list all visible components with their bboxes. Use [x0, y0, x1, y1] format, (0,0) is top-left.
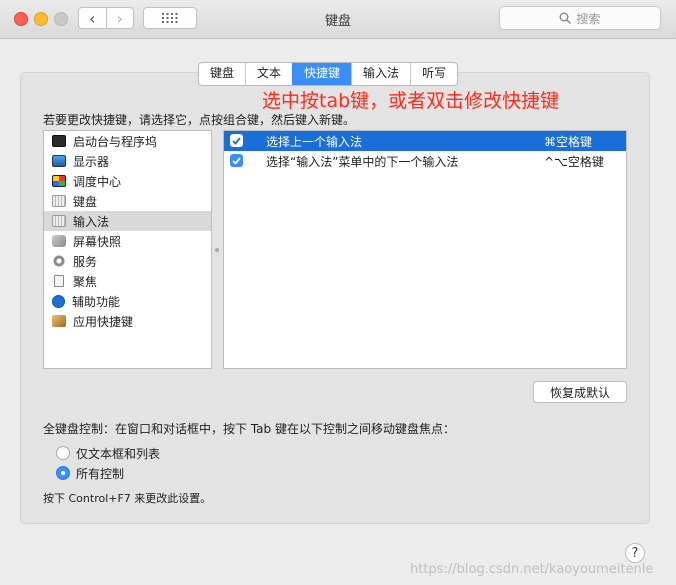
question-mark-icon: ? — [631, 545, 639, 561]
radio-label: 所有控制 — [76, 466, 125, 481]
shortcut-checkbox[interactable] — [230, 134, 243, 147]
radio-button[interactable] — [56, 446, 70, 460]
radio-button[interactable] — [56, 466, 70, 480]
tab-shortcuts[interactable]: 快捷键 — [292, 63, 352, 85]
category-label: 启动台与程序坞 — [73, 134, 158, 149]
shortcut-row-previous-input[interactable]: 选择上一个输入法 ⌘空格键 — [224, 131, 626, 151]
red-annotation-text: 选中按tab键，或者双击修改快捷键 — [262, 90, 560, 112]
category-label: 键盘 — [73, 194, 98, 209]
category-item-app-shortcuts[interactable]: 应用快捷键 — [44, 311, 211, 331]
tab-input-sources[interactable]: 输入法 — [351, 63, 410, 85]
shortcut-list[interactable]: 选择上一个输入法 ⌘空格键 选择“输入法”菜单中的下一个输入法 ^⌥空格键 — [223, 130, 627, 369]
services-gear-icon — [52, 255, 66, 267]
category-item-launchpad[interactable]: 启动台与程序坞 — [44, 131, 211, 151]
category-item-input-sources[interactable]: 输入法 — [44, 211, 211, 231]
display-icon — [52, 155, 66, 167]
restore-defaults-button[interactable]: 恢复成默认 — [533, 381, 627, 403]
category-label: 服务 — [73, 254, 98, 269]
tab-dictation[interactable]: 听写 — [410, 63, 457, 85]
search-field[interactable]: 搜索 — [499, 6, 661, 30]
category-label: 聚焦 — [73, 274, 98, 289]
launchpad-dock-icon — [52, 135, 66, 147]
shortcut-key[interactable]: ^⌥空格键 — [544, 153, 604, 170]
search-placeholder: 搜索 — [576, 11, 601, 26]
input-source-icon — [52, 215, 66, 227]
radio-all-controls[interactable]: 所有控制 — [56, 465, 256, 481]
category-item-screenshots[interactable]: 屏幕快照 — [44, 231, 211, 251]
instruction-text: 若要更改快捷键，请选择它，点按组合键，然后键入新键。 — [43, 113, 356, 127]
category-label: 辅助功能 — [72, 294, 121, 309]
keyboard-icon — [52, 195, 66, 207]
keyboard-control-hint: 按下 Control+F7 来更改此设置。 — [43, 492, 212, 505]
keyboard-preferences-window: ‹ › 键盘 搜索 键盘 文本 快捷键 输入法 听写 选中按tab键，或者双击修… — [0, 0, 676, 585]
screenshot-icon — [52, 235, 66, 247]
tab-text[interactable]: 文本 — [245, 63, 292, 85]
tab-keyboard[interactable]: 键盘 — [199, 63, 245, 85]
radio-text-boxes-lists[interactable]: 仅文本框和列表 — [56, 445, 256, 461]
shortcut-label: 选择上一个输入法 — [266, 134, 363, 149]
category-label: 显示器 — [73, 154, 110, 169]
title-bar: ‹ › 键盘 搜索 — [0, 0, 676, 39]
category-item-services[interactable]: 服务 — [44, 251, 211, 271]
checkmark-icon — [232, 156, 241, 165]
category-label: 调度中心 — [73, 174, 122, 189]
category-item-display[interactable]: 显示器 — [44, 151, 211, 171]
category-item-keyboard[interactable]: 键盘 — [44, 191, 211, 211]
app-shortcuts-icon — [52, 315, 66, 327]
category-label: 应用快捷键 — [73, 314, 134, 329]
category-item-mission-control[interactable]: 调度中心 — [44, 171, 211, 191]
keyboard-control-label: 全键盘控制：在窗口和对话框中，按下 Tab 键在以下控制之间移动键盘焦点： — [43, 422, 455, 436]
category-label: 屏幕快照 — [73, 234, 122, 249]
spotlight-icon — [54, 275, 64, 287]
shortcut-row-next-input[interactable]: 选择“输入法”菜单中的下一个输入法 ^⌥空格键 — [224, 151, 626, 171]
search-icon — [559, 12, 572, 24]
help-button[interactable]: ? — [625, 543, 645, 563]
shortcut-key[interactable]: ⌘空格键 — [544, 133, 592, 150]
radio-label: 仅文本框和列表 — [76, 446, 161, 461]
category-label: 输入法 — [73, 214, 110, 229]
shortcut-checkbox[interactable] — [230, 154, 243, 167]
category-item-accessibility[interactable]: 辅助功能 — [44, 291, 211, 311]
mission-control-icon — [52, 175, 66, 187]
shortcut-label: 选择“输入法”菜单中的下一个输入法 — [266, 154, 459, 169]
split-view-handle[interactable] — [215, 248, 219, 252]
watermark-text: https://blog.csdn.net/kaoyoumeitenle — [410, 562, 654, 577]
category-item-spotlight[interactable]: 聚焦 — [44, 271, 211, 291]
shortcut-category-list[interactable]: 启动台与程序坞 显示器 调度中心 键盘 输入法 屏幕快照 服务 聚焦 辅助功能 … — [43, 130, 212, 369]
tab-bar: 键盘 文本 快捷键 输入法 听写 — [198, 62, 459, 86]
accessibility-icon — [52, 294, 65, 308]
checkmark-icon — [232, 136, 241, 145]
